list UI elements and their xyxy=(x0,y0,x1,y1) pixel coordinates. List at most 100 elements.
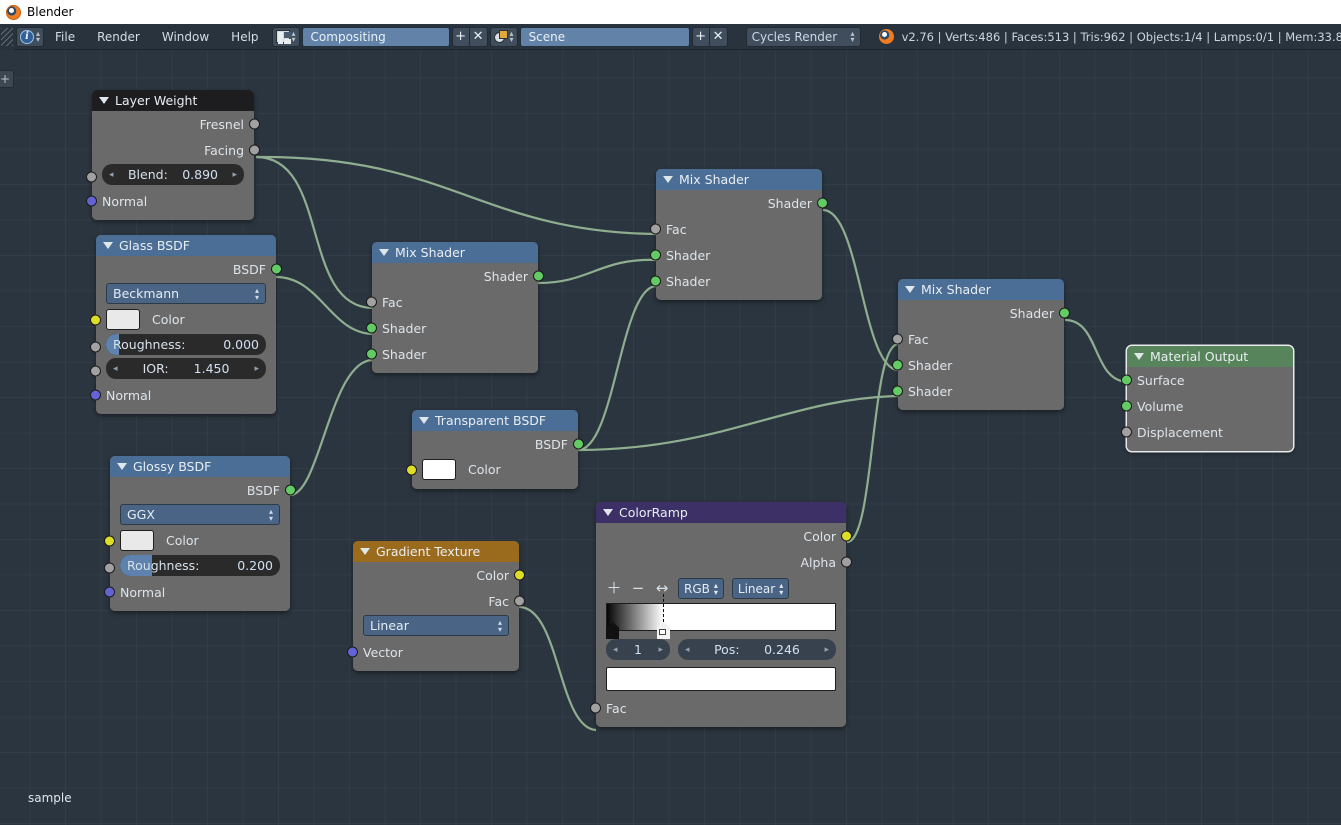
node-header[interactable]: ColorRamp xyxy=(596,502,846,523)
socket-volume[interactable] xyxy=(1121,400,1132,412)
add-stop-button[interactable]: ＋ xyxy=(606,581,622,596)
ramp-stop-0[interactable] xyxy=(606,622,619,639)
remove-stop-button[interactable]: − xyxy=(630,581,646,596)
sidebar-toggle-button[interactable]: + xyxy=(0,70,14,88)
node-mix-shader-2[interactable]: Mix Shader Shader Fac Shader Shader xyxy=(650,169,828,300)
area-corner-handle[interactable] xyxy=(0,23,14,50)
scene-selector[interactable]: ▴ ▾ xyxy=(489,26,518,47)
ramp-active-color-swatch[interactable] xyxy=(606,667,836,691)
socket-shader-2[interactable] xyxy=(650,275,661,287)
node-header[interactable]: Glossy BSDF xyxy=(110,456,290,477)
gradient-type-dropdown[interactable]: Linear ▴ ▾ xyxy=(363,615,509,636)
ramp-stop-1[interactable] xyxy=(657,594,670,639)
node-header[interactable]: Mix Shader xyxy=(656,169,822,190)
collapse-triangle-icon[interactable] xyxy=(1134,353,1144,360)
node-transparent-bsdf[interactable]: Transparent BSDF BSDF Color xyxy=(406,410,584,489)
node-glass-bsdf[interactable]: Glass BSDF BSDF Beckmann ▴ ▾ Color Rough… xyxy=(90,235,282,414)
color-ramp-gradient-bar[interactable] xyxy=(606,594,836,639)
decrement-arrow-icon[interactable]: ◂ xyxy=(685,645,690,655)
decrement-arrow-icon[interactable]: ◂ xyxy=(109,170,114,180)
socket-fresnel[interactable] xyxy=(249,118,260,130)
socket-color[interactable] xyxy=(90,314,101,326)
socket-color[interactable] xyxy=(514,569,525,581)
socket-bsdf[interactable] xyxy=(573,438,584,450)
socket-normal[interactable] xyxy=(104,586,115,598)
socket-vector[interactable] xyxy=(347,646,358,658)
ramp-index-field[interactable]: ◂ 1 ▸ xyxy=(606,639,670,660)
increment-arrow-icon[interactable]: ▸ xyxy=(658,645,663,655)
node-gradient-texture[interactable]: Gradient Texture Color Fac Linear ▴ ▾ Vec xyxy=(347,541,525,671)
socket-alpha[interactable] xyxy=(841,556,852,568)
editor-type-selector[interactable]: i ▴ ▾ xyxy=(16,26,45,47)
collapse-triangle-icon[interactable] xyxy=(419,417,429,424)
node-glossy-bsdf[interactable]: Glossy BSDF BSDF GGX ▴ ▾ Color Roughness… xyxy=(104,456,296,611)
collapse-triangle-icon[interactable] xyxy=(603,509,613,516)
roughness-slider[interactable]: Roughness: 0.200 xyxy=(120,555,280,576)
node-material-output[interactable]: Material Output Surface Volume Displacem… xyxy=(1121,346,1293,451)
collapse-triangle-icon[interactable] xyxy=(905,286,915,293)
socket-surface[interactable] xyxy=(1121,374,1132,386)
node-header[interactable]: Material Output xyxy=(1127,346,1293,367)
screen-layout-selector[interactable]: ▴ ▾ xyxy=(271,26,300,47)
socket-shader-out[interactable] xyxy=(817,197,828,209)
socket-color[interactable] xyxy=(406,464,417,476)
socket-fac[interactable] xyxy=(590,702,601,714)
socket-ior[interactable] xyxy=(90,365,101,377)
menu-render[interactable]: Render xyxy=(86,24,151,50)
distribution-dropdown[interactable]: GGX ▴ ▾ xyxy=(120,504,280,525)
delete-screen-layout-button[interactable]: ✕ xyxy=(469,26,488,47)
socket-roughness[interactable] xyxy=(104,562,115,574)
socket-fac[interactable] xyxy=(514,595,525,607)
node-header[interactable]: Layer Weight xyxy=(92,90,254,111)
collapse-triangle-icon[interactable] xyxy=(663,176,673,183)
color-mode-dropdown[interactable]: RGB ▴ ▾ xyxy=(678,578,724,599)
menu-help[interactable]: Help xyxy=(220,24,269,50)
node-mix-shader-1[interactable]: Mix Shader Shader Fac Shader Shader xyxy=(366,242,544,373)
scene-name-field[interactable]: Scene xyxy=(519,26,690,47)
socket-shader-2[interactable] xyxy=(892,385,903,397)
socket-blend[interactable] xyxy=(86,171,97,183)
node-layer-weight[interactable]: Layer Weight Fresnel Facing ◂ Blend: 0.8… xyxy=(86,90,260,220)
collapse-triangle-icon[interactable] xyxy=(117,463,127,470)
socket-fac[interactable] xyxy=(650,223,661,235)
collapse-triangle-icon[interactable] xyxy=(103,242,113,249)
menu-file[interactable]: File xyxy=(44,24,86,50)
increment-arrow-icon[interactable]: ▸ xyxy=(232,170,237,180)
node-header[interactable]: Mix Shader xyxy=(898,279,1064,300)
socket-normal[interactable] xyxy=(90,389,101,401)
decrement-arrow-icon[interactable]: ◂ xyxy=(113,364,118,374)
render-engine-dropdown[interactable]: Cycles Render ▴ ▾ xyxy=(745,26,861,47)
roughness-slider[interactable]: Roughness: 0.000 xyxy=(106,334,266,355)
collapse-triangle-icon[interactable] xyxy=(360,548,370,555)
socket-shader-1[interactable] xyxy=(366,322,377,334)
flip-ramp-button[interactable]: ↔ xyxy=(654,581,670,596)
node-editor-canvas[interactable]: + sample Layer Weight Fresnel Facing ◂ B… xyxy=(0,50,1341,825)
color-swatch[interactable] xyxy=(106,309,140,330)
socket-fac[interactable] xyxy=(892,333,903,345)
socket-shader-2[interactable] xyxy=(366,348,377,360)
decrement-arrow-icon[interactable]: ◂ xyxy=(613,645,618,655)
socket-shader-out[interactable] xyxy=(533,270,544,282)
socket-color[interactable] xyxy=(841,530,852,542)
interpolation-dropdown[interactable]: Linear ▴ ▾ xyxy=(731,578,790,599)
socket-facing[interactable] xyxy=(249,144,260,156)
menu-window[interactable]: Window xyxy=(151,24,220,50)
node-mix-shader-3[interactable]: Mix Shader Shader Fac Shader Shader xyxy=(892,279,1070,410)
collapse-triangle-icon[interactable] xyxy=(99,97,109,104)
socket-fac[interactable] xyxy=(366,296,377,308)
socket-shader-1[interactable] xyxy=(650,249,661,261)
node-color-ramp[interactable]: ColorRamp Color Alpha ＋ − ↔ RGB ▴ ▾ Line… xyxy=(590,502,852,727)
color-swatch[interactable] xyxy=(422,459,456,480)
color-swatch[interactable] xyxy=(120,530,154,551)
ior-value-field[interactable]: ◂ IOR: 1.450 ▸ xyxy=(106,358,266,379)
socket-shader-out[interactable] xyxy=(1059,307,1070,319)
socket-shader-1[interactable] xyxy=(892,359,903,371)
increment-arrow-icon[interactable]: ▸ xyxy=(824,645,829,655)
node-header[interactable]: Mix Shader xyxy=(372,242,538,263)
collapse-triangle-icon[interactable] xyxy=(379,249,389,256)
screen-layout-name-field[interactable]: Compositing xyxy=(301,26,450,47)
delete-scene-button[interactable]: ✕ xyxy=(709,26,728,47)
increment-arrow-icon[interactable]: ▸ xyxy=(254,364,259,374)
socket-displacement[interactable] xyxy=(1121,426,1132,438)
node-header[interactable]: Transparent BSDF xyxy=(412,410,578,431)
